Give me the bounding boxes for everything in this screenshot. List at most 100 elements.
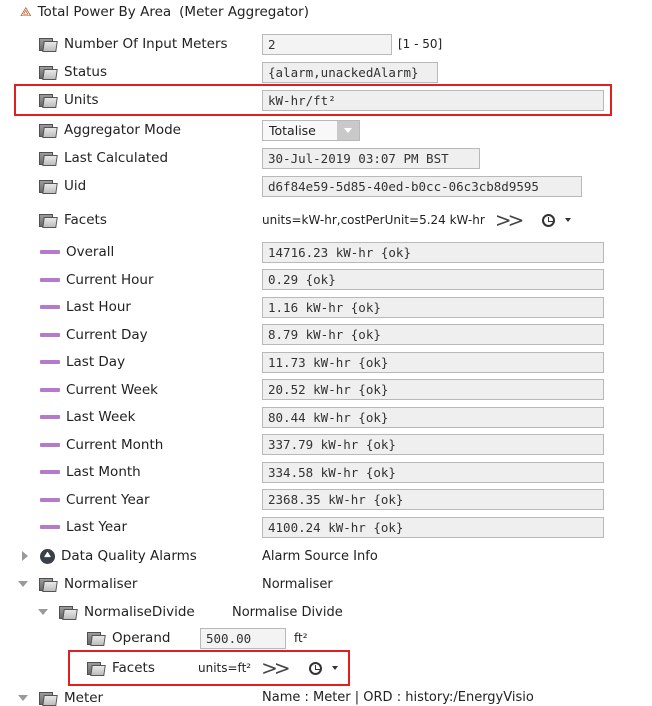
tree-label: NormaliseDivide [84, 604, 195, 620]
prop-row-facets: Facets units=kW-hr,costPerUnit=5.24 kW-h… [0, 204, 652, 236]
header: ⟁ Total Power By Area (Meter Aggregator) [20, 4, 309, 20]
prop-label: Operand [112, 630, 171, 646]
reading-row: Current Month 337.79 kW-hr {ok} [0, 431, 652, 459]
header-row: ⟁ Total Power By Area (Meter Aggregator) [0, 0, 652, 24]
reading-row: Current Hour 0.29 {ok} [0, 266, 652, 294]
reading-row: Last Year 4100.24 kW-hr {ok} [0, 513, 652, 541]
reading-value: 80.44 kW-hr {ok} [262, 406, 604, 428]
facets-value: units=kW-hr,costPerUnit=5.24 kW-hr [262, 213, 485, 227]
reading-label: Last Year [66, 519, 127, 535]
collapse-icon[interactable] [18, 695, 28, 701]
tree-label: Normaliser [64, 576, 138, 592]
reading-value: 8.79 kW-hr {ok} [262, 324, 604, 345]
tree-row-meter[interactable]: Meter Name : Meter | ORD : history:/Ener… [0, 688, 652, 706]
expand-icon[interactable] [22, 551, 28, 561]
mode-select[interactable]: Totalise [262, 119, 360, 141]
reading-value: 1.16 kW-hr {ok} [262, 296, 604, 318]
reading-label: Last Hour [66, 299, 131, 315]
component-icon [38, 691, 58, 706]
reading-label: Last Day [66, 354, 126, 370]
reading-row: Current Year 2368.35 kW-hr {ok} [0, 486, 652, 514]
alarm-icon [40, 548, 55, 564]
reading-row: Current Day 8.79 kW-hr {ok} [0, 321, 652, 349]
property-icon [38, 179, 58, 194]
num-meters-range: [1 - 50] [398, 37, 443, 51]
reading-label: Last Week [66, 409, 136, 425]
component-icon [38, 577, 58, 592]
reading-label: Current Day [66, 326, 148, 343]
property-icon [86, 631, 106, 646]
reading-value: 4100.24 kW-hr {ok} [262, 516, 604, 538]
numeric-point-icon [40, 250, 60, 254]
property-icon [38, 123, 58, 138]
prop-label: Number Of Input Meters [64, 36, 228, 52]
reading-label: Current Year [66, 491, 150, 508]
reading-row: Overall 14716.23 kW-hr {ok} [0, 238, 652, 266]
numeric-point-icon [40, 497, 60, 502]
prop-label: Aggregator Mode [64, 122, 181, 138]
caret-down-icon[interactable] [565, 218, 572, 222]
prop-row-operand: Operand 500.00 ft² [0, 624, 652, 652]
property-icon [38, 65, 58, 80]
numeric-point-icon [40, 442, 60, 447]
last-calc-field: 30-Jul-2019 03:07 PM BST [262, 147, 480, 169]
tree-value: Name : Meter | ORD : history:/EnergyVisi… [262, 690, 534, 705]
reading-value: 337.79 kW-hr {ok} [262, 434, 604, 455]
numeric-point-icon [40, 470, 60, 474]
reading-value: 0.29 {ok} [262, 269, 604, 290]
numeric-point-icon [40, 332, 60, 337]
collapse-icon[interactable] [38, 609, 48, 615]
reading-value: 14716.23 kW-hr {ok} [262, 241, 604, 263]
chevron-down-icon[interactable] [337, 120, 359, 140]
numeric-point-icon [40, 415, 60, 419]
operand-input[interactable]: 500.00 [200, 627, 286, 649]
tree-value: Normaliser [262, 576, 333, 592]
reading-row: Last Month 334.58 kW-hr {ok} [0, 458, 652, 486]
reading-row: Last Week 80.44 kW-hr {ok} [0, 403, 652, 431]
operand-unit: ft² [294, 631, 308, 645]
prop-row-mode: Aggregator Mode Totalise [0, 116, 652, 144]
reading-value: 2368.35 kW-hr {ok} [262, 489, 604, 510]
reading-value: 20.52 kW-hr {ok} [262, 379, 604, 400]
double-chevron-icon[interactable]: >> [495, 208, 524, 232]
tree-row-normaliser[interactable]: Normaliser Normaliser [0, 570, 652, 598]
header-type: (Meter Aggregator) [179, 4, 309, 20]
numeric-point-icon [40, 387, 60, 392]
collapse-icon[interactable] [18, 581, 28, 587]
reading-label: Current Hour [66, 271, 154, 288]
reading-row: Last Day 11.73 kW-hr {ok} [0, 348, 652, 376]
tree-row-dqa[interactable]: Data Quality Alarms Alarm Source Info [0, 542, 652, 570]
tree-value: Normalise Divide [232, 604, 343, 620]
property-icon [38, 151, 58, 166]
numeric-point-icon [40, 277, 60, 282]
numeric-point-icon [40, 305, 60, 309]
prop-row-last-calc: Last Calculated 30-Jul-2019 03:07 PM BST [0, 144, 652, 172]
tree-label: Data Quality Alarms [61, 548, 197, 564]
reading-row: Current Week 20.52 kW-hr {ok} [0, 376, 652, 404]
nd-facets-highlight-box [68, 650, 350, 686]
aggregator-icon: ⟁ [20, 4, 32, 20]
units-highlight-box [14, 84, 612, 116]
prop-row-uid: Uid d6f84e59-5d85-40ed-b0cc-06c3cb8d9595 [0, 172, 652, 200]
reading-label: Current Month [66, 436, 164, 453]
prop-label: Facets [64, 212, 107, 228]
reading-row: Last Hour 1.16 kW-hr {ok} [0, 293, 652, 321]
numeric-point-icon [40, 525, 60, 529]
reading-label: Overall [66, 244, 115, 260]
mode-select-value: Totalise [269, 122, 316, 138]
property-icon [38, 213, 58, 228]
reading-label: Last Month [66, 464, 141, 480]
reading-value: 11.73 kW-hr {ok} [262, 351, 604, 373]
tree-row-normalise-divide[interactable]: NormaliseDivide Normalise Divide [0, 598, 652, 626]
num-meters-input[interactable]: 2 [262, 33, 392, 55]
status-field: {alarm,unackedAlarm} [262, 61, 438, 83]
reading-label: Current Week [66, 381, 158, 398]
clock-icon[interactable] [542, 213, 556, 227]
prop-label: Status [64, 64, 108, 80]
prop-label: Uid [64, 178, 87, 194]
component-icon [58, 605, 78, 620]
reading-value: 334.58 kW-hr {ok} [262, 461, 604, 483]
numeric-point-icon [40, 360, 60, 364]
uid-field: d6f84e59-5d85-40ed-b0cc-06c3cb8d9595 [262, 175, 582, 197]
property-icon [38, 37, 58, 52]
